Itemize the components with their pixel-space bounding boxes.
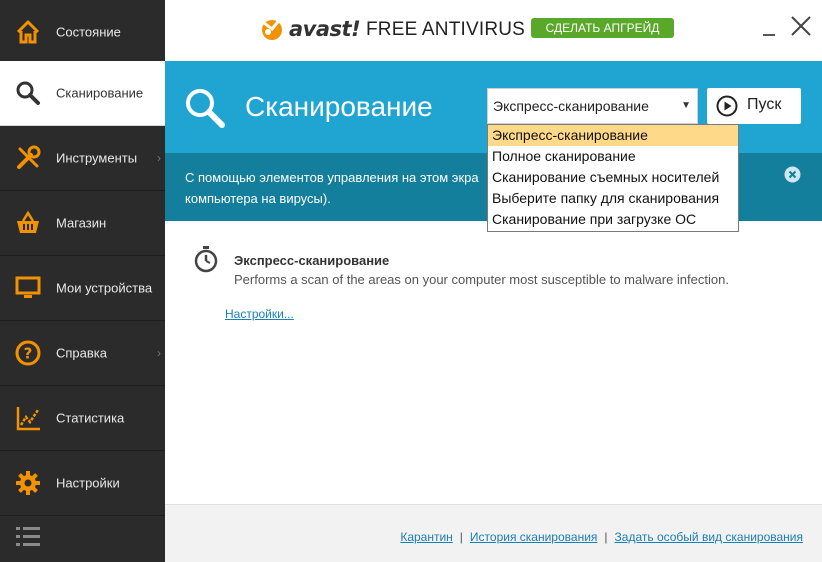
start-button[interactable]: Пуск xyxy=(707,88,801,124)
scan-type-value: Экспресс-сканирование xyxy=(493,98,649,114)
search-icon xyxy=(14,79,42,107)
home-icon xyxy=(14,18,42,46)
scan-history-link[interactable]: История сканирования xyxy=(470,530,597,544)
chevron-down-icon: ▼ xyxy=(681,100,691,111)
info-text-line: С помощью элементов управления на этом э… xyxy=(185,170,479,185)
custom-scan-link[interactable]: Задать особый вид сканирования xyxy=(615,530,803,544)
scan-type-description: Performs a scan of the areas on your com… xyxy=(234,272,729,287)
scan-type-dropdown: Экспресс-сканирование Полное сканировани… xyxy=(487,124,739,232)
sidebar-item-label: Сканирование xyxy=(56,85,144,101)
chevron-right-icon: › xyxy=(157,346,161,360)
chart-icon xyxy=(14,404,42,432)
sidebar-item-label: Справка xyxy=(56,345,107,361)
info-text: С помощью элементов управления на этом э… xyxy=(185,167,480,209)
dismiss-info-button[interactable] xyxy=(784,166,801,183)
sidebar-item-shop[interactable]: Магазин xyxy=(0,191,165,256)
info-text-line: компьютера на вирусы). xyxy=(185,191,331,206)
sidebar-item-settings[interactable]: Настройки xyxy=(0,451,165,516)
scan-settings-link[interactable]: Настройки... xyxy=(225,307,294,321)
sidebar-item-devices[interactable]: Мои устройства xyxy=(0,256,165,321)
footer: Карантин | История сканирования | Задать осо… xyxy=(165,504,822,562)
sidebar-item-help[interactable]: ? Справка › xyxy=(0,321,165,386)
sidebar-item-scan[interactable]: Сканирование xyxy=(0,61,165,126)
basket-icon xyxy=(14,209,42,237)
close-circle-icon xyxy=(784,166,801,183)
brand-name: avast! xyxy=(289,17,361,41)
avast-logo-icon xyxy=(262,17,283,40)
monitor-icon xyxy=(14,274,42,302)
sidebar-item-label: Статистика xyxy=(56,410,125,426)
sidebar-item-label: Инструменты xyxy=(56,150,138,166)
chevron-right-icon: › xyxy=(157,151,161,165)
dropdown-option-quick-scan[interactable]: Экспресс-сканирование xyxy=(488,125,738,146)
sidebar-item-statistics[interactable]: Статистика xyxy=(0,386,165,451)
footer-links: Карантин | История сканирования | Задать осо… xyxy=(400,530,803,544)
quarantine-link[interactable]: Карантин xyxy=(400,530,452,544)
stopwatch-icon xyxy=(193,245,219,273)
sidebar-item-label: Магазин xyxy=(56,215,107,231)
page-title: Сканирование xyxy=(245,91,433,122)
sidebar-item-status[interactable]: Состояние xyxy=(0,0,165,65)
sidebar-item-label: Состояние xyxy=(56,24,121,40)
close-button[interactable] xyxy=(789,14,813,38)
title-bar: avast! FREE ANTIVIRUS СДЕЛАТЬ АПГРЕЙД xyxy=(165,0,822,61)
dropdown-option-folder-scan[interactable]: Выберите папку для сканирования xyxy=(488,188,738,209)
play-icon xyxy=(716,95,738,117)
upgrade-button[interactable]: СДЕЛАТЬ АПГРЕЙД xyxy=(531,18,674,38)
gear-icon xyxy=(14,469,42,497)
svg-text:?: ? xyxy=(24,345,33,363)
tools-icon xyxy=(14,144,42,172)
menu-list-icon[interactable] xyxy=(14,524,44,552)
minimize-button[interactable] xyxy=(761,22,777,36)
search-icon xyxy=(183,86,227,130)
sidebar-item-label: Мои устройства xyxy=(56,280,153,296)
dropdown-option-full-scan[interactable]: Полное сканирование xyxy=(488,146,738,167)
scan-type-select[interactable]: Экспресс-сканирование ▼ xyxy=(487,88,698,124)
avast-logo: avast! xyxy=(257,14,361,44)
start-button-label: Пуск xyxy=(747,96,782,113)
footer-separator: | xyxy=(459,530,463,544)
sidebar-item-label: Настройки xyxy=(56,475,120,491)
sidebar: Состояние Сканирование Инструменты › Маг… xyxy=(0,0,165,562)
scan-type-title: Экспресс-сканирование xyxy=(234,253,390,268)
footer-separator: | xyxy=(604,530,608,544)
product-name: FREE ANTIVIRUS xyxy=(366,19,526,40)
sidebar-item-tools[interactable]: Инструменты › xyxy=(0,126,165,191)
help-icon: ? xyxy=(14,339,42,367)
dropdown-option-removable-scan[interactable]: Сканирование съемных носителей xyxy=(488,167,738,188)
close-icon xyxy=(791,16,811,36)
dropdown-option-boot-scan[interactable]: Сканирование при загрузке ОС xyxy=(488,209,738,230)
